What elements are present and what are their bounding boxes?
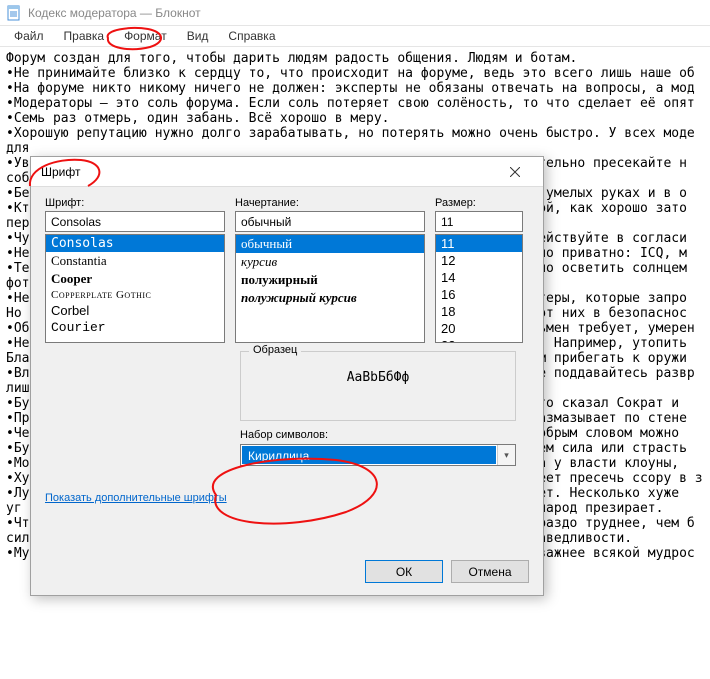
editor-line: для bbox=[6, 141, 704, 156]
size-option[interactable]: 20 bbox=[436, 320, 522, 337]
font-listbox[interactable]: ConsolasConstantiaCooperCopperplate Goth… bbox=[45, 234, 225, 343]
menu-edit[interactable]: Правка bbox=[54, 27, 115, 45]
size-listbox[interactable]: 11121416182022 bbox=[435, 234, 523, 343]
style-listbox[interactable]: обычныйкурсивполужирныйполужирный курсив bbox=[235, 234, 425, 343]
close-icon bbox=[510, 167, 520, 177]
font-label: Шрифт: bbox=[45, 197, 225, 209]
more-fonts-link[interactable]: Показать дополнительные шрифты bbox=[45, 492, 529, 504]
menubar: Файл Правка Формат Вид Справка bbox=[0, 26, 710, 47]
chevron-down-icon: ▾ bbox=[497, 445, 515, 465]
dialog-close-button[interactable] bbox=[495, 158, 535, 186]
size-option[interactable]: 11 bbox=[436, 235, 522, 252]
window-title: Кодекс модератора — Блокнот bbox=[28, 6, 201, 20]
font-option[interactable]: Corbel bbox=[46, 302, 224, 319]
font-option[interactable]: Copperplate Gothic bbox=[46, 288, 224, 302]
size-option[interactable]: 18 bbox=[436, 303, 522, 320]
font-input[interactable] bbox=[45, 211, 225, 232]
charset-combobox[interactable]: Кириллица ▾ bbox=[240, 444, 516, 466]
size-option[interactable]: 14 bbox=[436, 269, 522, 286]
size-option[interactable]: 16 bbox=[436, 286, 522, 303]
editor-line: •Семь раз отмерь, один забань. Всё хорош… bbox=[6, 111, 704, 126]
font-dialog: Шрифт Шрифт: ConsolasConstantiaCooperCop… bbox=[30, 156, 544, 596]
charset-selected: Кириллица bbox=[242, 446, 496, 464]
sample-legend: Образец bbox=[249, 344, 301, 356]
font-option[interactable]: Cooper bbox=[46, 270, 224, 288]
dialog-titlebar: Шрифт bbox=[31, 157, 543, 187]
window-titlebar: Кодекс модератора — Блокнот bbox=[0, 0, 710, 26]
size-label: Размер: bbox=[435, 197, 523, 209]
font-option[interactable]: Consolas bbox=[46, 235, 224, 252]
style-option[interactable]: полужирный bbox=[236, 271, 424, 289]
notepad-icon bbox=[6, 5, 22, 21]
dialog-title: Шрифт bbox=[41, 165, 80, 179]
font-option[interactable]: Courier bbox=[46, 319, 224, 336]
cancel-button[interactable]: Отмена bbox=[451, 560, 529, 583]
menu-view[interactable]: Вид bbox=[177, 27, 219, 45]
style-option[interactable]: обычный bbox=[236, 235, 424, 253]
editor-line: •На форуме никто никому ничего не должен… bbox=[6, 81, 704, 96]
editor-line: •Не принимайте близко к сердцу то, что п… bbox=[6, 66, 704, 81]
font-option[interactable]: Constantia bbox=[46, 252, 224, 270]
editor-line: •Хорошую репутацию нужно долго зарабатыв… bbox=[6, 126, 704, 141]
menu-help[interactable]: Справка bbox=[218, 27, 285, 45]
size-input[interactable] bbox=[435, 211, 523, 232]
style-label: Начертание: bbox=[235, 197, 425, 209]
style-option[interactable]: курсив bbox=[236, 253, 424, 271]
ok-button[interactable]: ОК bbox=[365, 560, 443, 583]
style-input[interactable] bbox=[235, 211, 425, 232]
sample-text: AaBbБбФф bbox=[347, 370, 410, 385]
editor-line: •Модераторы — это соль форума. Если соль… bbox=[6, 96, 704, 111]
size-option[interactable]: 22 bbox=[436, 337, 522, 343]
menu-file[interactable]: Файл bbox=[4, 27, 54, 45]
editor-line: Форум создан для того, чтобы дарить людя… bbox=[6, 51, 704, 66]
size-option[interactable]: 12 bbox=[436, 252, 522, 269]
menu-format[interactable]: Формат bbox=[114, 27, 177, 45]
charset-label: Набор символов: bbox=[240, 429, 516, 441]
sample-groupbox: Образец AaBbБбФф bbox=[240, 351, 516, 421]
style-option[interactable]: полужирный курсив bbox=[236, 289, 424, 307]
